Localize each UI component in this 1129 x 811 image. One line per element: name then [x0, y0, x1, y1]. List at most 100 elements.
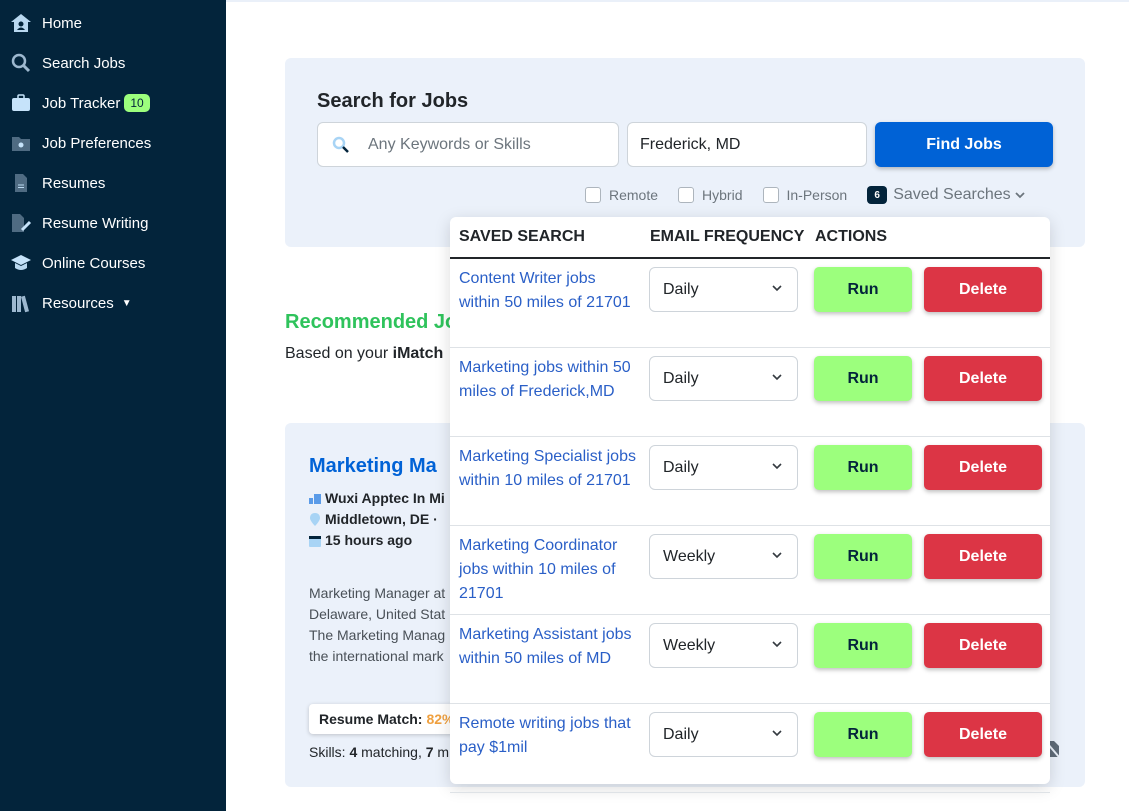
in-person-label: In-Person — [786, 187, 848, 203]
posted-text: 15 hours ago — [325, 532, 413, 548]
saved-searches-dropdown: SAVED SEARCH EMAIL FREQUENCY ACTIONS Con… — [450, 217, 1050, 793]
delete-button[interactable]: Delete — [924, 267, 1042, 312]
run-button[interactable]: Run — [814, 623, 912, 668]
location-input[interactable] — [640, 135, 847, 154]
document-pen-icon — [8, 212, 34, 234]
building-icon — [309, 493, 321, 504]
document-icon — [8, 172, 34, 194]
email-frequency-select[interactable]: Weekly — [649, 534, 798, 579]
delete-button[interactable]: Delete — [924, 712, 1042, 757]
saved-search-row: Marketing Assistant jobs within 50 miles… — [450, 615, 1050, 704]
keywords-input[interactable] — [368, 135, 608, 154]
search-title: Search for Jobs — [317, 90, 469, 112]
sidebar-item-label: Online Courses — [42, 254, 146, 272]
location-field[interactable] — [627, 122, 867, 167]
sidebar-item-label: Resume Writing — [42, 214, 149, 232]
frequency-value: Weekly — [663, 636, 716, 654]
in-person-checkbox[interactable]: In-Person — [762, 187, 848, 203]
search-icon — [8, 52, 34, 74]
saved-searches-label: Saved Searches — [893, 186, 1011, 203]
email-frequency-select[interactable]: Daily — [649, 267, 798, 312]
saved-search-row: Remote writing jobs that pay $1mil Daily R… — [450, 704, 1050, 793]
graduation-cap-icon — [8, 252, 34, 274]
saved-search-link[interactable]: Marketing jobs within 50 miles of Freder… — [459, 356, 639, 404]
saved-search-row: Marketing jobs within 50 miles of Freder… — [450, 348, 1050, 437]
saved-search-link[interactable]: Content Writer jobs within 50 miles of 2… — [459, 267, 639, 315]
saved-searches-count-badge: 6 — [867, 186, 888, 204]
delete-button[interactable]: Delete — [924, 623, 1042, 668]
skills-missing-count: 7 — [425, 744, 434, 760]
company-name: Wuxi Apptec In Mi — [325, 490, 445, 506]
checkbox-box[interactable] — [762, 187, 779, 203]
chevron-down-icon — [1014, 192, 1025, 199]
sidebar-item-resumes[interactable]: Resumes — [8, 168, 105, 198]
sidebar-item-label: Home — [42, 14, 83, 32]
location-text: Middletown, DE · — [325, 511, 438, 527]
email-frequency-select[interactable]: Daily — [649, 445, 798, 490]
search-filters: Remote Hybrid In-Person 6 Saved Searches — [585, 186, 1026, 204]
frequency-value: Daily — [663, 725, 699, 743]
run-button[interactable]: Run — [814, 356, 912, 401]
briefcase-icon — [8, 92, 34, 114]
sidebar: Home Search Jobs Job Tracker 10 Job Pref… — [0, 0, 226, 811]
delete-button[interactable]: Delete — [924, 445, 1042, 490]
skills-missing-label: m — [433, 744, 450, 760]
sidebar-item-job-tracker[interactable]: Job Tracker 10 — [8, 88, 150, 118]
chevron-down-icon — [772, 552, 782, 559]
hybrid-label: Hybrid — [702, 187, 743, 203]
saved-searches-toggle[interactable]: 6 Saved Searches — [867, 186, 1025, 204]
email-frequency-select[interactable]: Weekly — [649, 623, 798, 668]
header-email-frequency: EMAIL FREQUENCY — [650, 228, 805, 245]
run-button[interactable]: Run — [814, 445, 912, 490]
skills-summary: Skills: 4 matching, 7 m — [309, 744, 449, 760]
sidebar-item-label: Job Preferences — [42, 134, 152, 152]
saved-search-row: Marketing Specialist jobs within 10 mile… — [450, 437, 1050, 526]
run-button[interactable]: Run — [814, 534, 912, 579]
hybrid-checkbox[interactable]: Hybrid — [678, 187, 743, 203]
remote-label: Remote — [609, 187, 659, 203]
email-frequency-select[interactable]: Daily — [649, 712, 798, 757]
search-icon — [332, 136, 349, 153]
sidebar-item-label: Job Tracker — [42, 94, 121, 112]
saved-search-link[interactable]: Marketing Coordinator jobs within 10 mil… — [459, 534, 639, 606]
job-title-link[interactable]: Marketing Ma — [309, 455, 437, 478]
chevron-down-icon — [772, 285, 782, 292]
delete-button[interactable]: Delete — [924, 534, 1042, 579]
saved-search-link[interactable]: Marketing Assistant jobs within 50 miles… — [459, 623, 639, 671]
email-frequency-select[interactable]: Daily — [649, 356, 798, 401]
run-button[interactable]: Run — [814, 267, 912, 312]
job-posted: 15 hours ago — [309, 532, 412, 548]
chevron-down-icon — [772, 641, 782, 648]
sidebar-item-online-courses[interactable]: Online Courses — [8, 248, 145, 278]
remote-checkbox[interactable]: Remote — [585, 187, 658, 203]
recommended-jobs-title: Recommended Jo — [285, 311, 458, 333]
delete-button[interactable]: Delete — [924, 356, 1042, 401]
top-divider — [226, 0, 1129, 2]
frequency-value: Weekly — [663, 547, 716, 565]
saved-search-link[interactable]: Marketing Specialist jobs within 10 mile… — [459, 445, 639, 493]
sidebar-item-resume-writing[interactable]: Resume Writing — [8, 208, 148, 238]
sidebar-item-label: Search Jobs — [42, 54, 126, 72]
saved-searches-table-header: SAVED SEARCH EMAIL FREQUENCY ACTIONS — [450, 217, 1050, 259]
sidebar-item-search-jobs[interactable]: Search Jobs — [8, 48, 125, 78]
job-company: Wuxi Apptec In Mi — [309, 490, 445, 506]
checkbox-box[interactable] — [678, 187, 695, 203]
keywords-field[interactable] — [317, 122, 619, 167]
saved-search-row: Marketing Coordinator jobs within 10 mil… — [450, 526, 1050, 615]
saved-search-link[interactable]: Remote writing jobs that pay $1mil — [459, 712, 639, 760]
find-jobs-button[interactable]: Find Jobs — [875, 122, 1053, 167]
checkbox-box[interactable] — [585, 187, 601, 203]
subtitle-text: Based on your — [285, 345, 393, 362]
chevron-down-icon — [772, 730, 782, 737]
sidebar-item-resources[interactable]: Resources ▼ — [8, 288, 132, 318]
recommended-subtitle: Based on your iMatch — [285, 345, 443, 363]
saved-search-row: Content Writer jobs within 50 miles of 2… — [450, 259, 1050, 348]
sidebar-item-label: Resources — [42, 294, 114, 312]
sidebar-item-job-preferences[interactable]: Job Preferences — [8, 128, 151, 158]
frequency-value: Daily — [663, 280, 699, 298]
frequency-value: Daily — [663, 458, 699, 476]
run-button[interactable]: Run — [814, 712, 912, 757]
imatch-text: iMatch — [392, 345, 444, 362]
sidebar-item-home[interactable]: Home — [8, 8, 82, 38]
sidebar-item-label: Resumes — [42, 174, 106, 192]
